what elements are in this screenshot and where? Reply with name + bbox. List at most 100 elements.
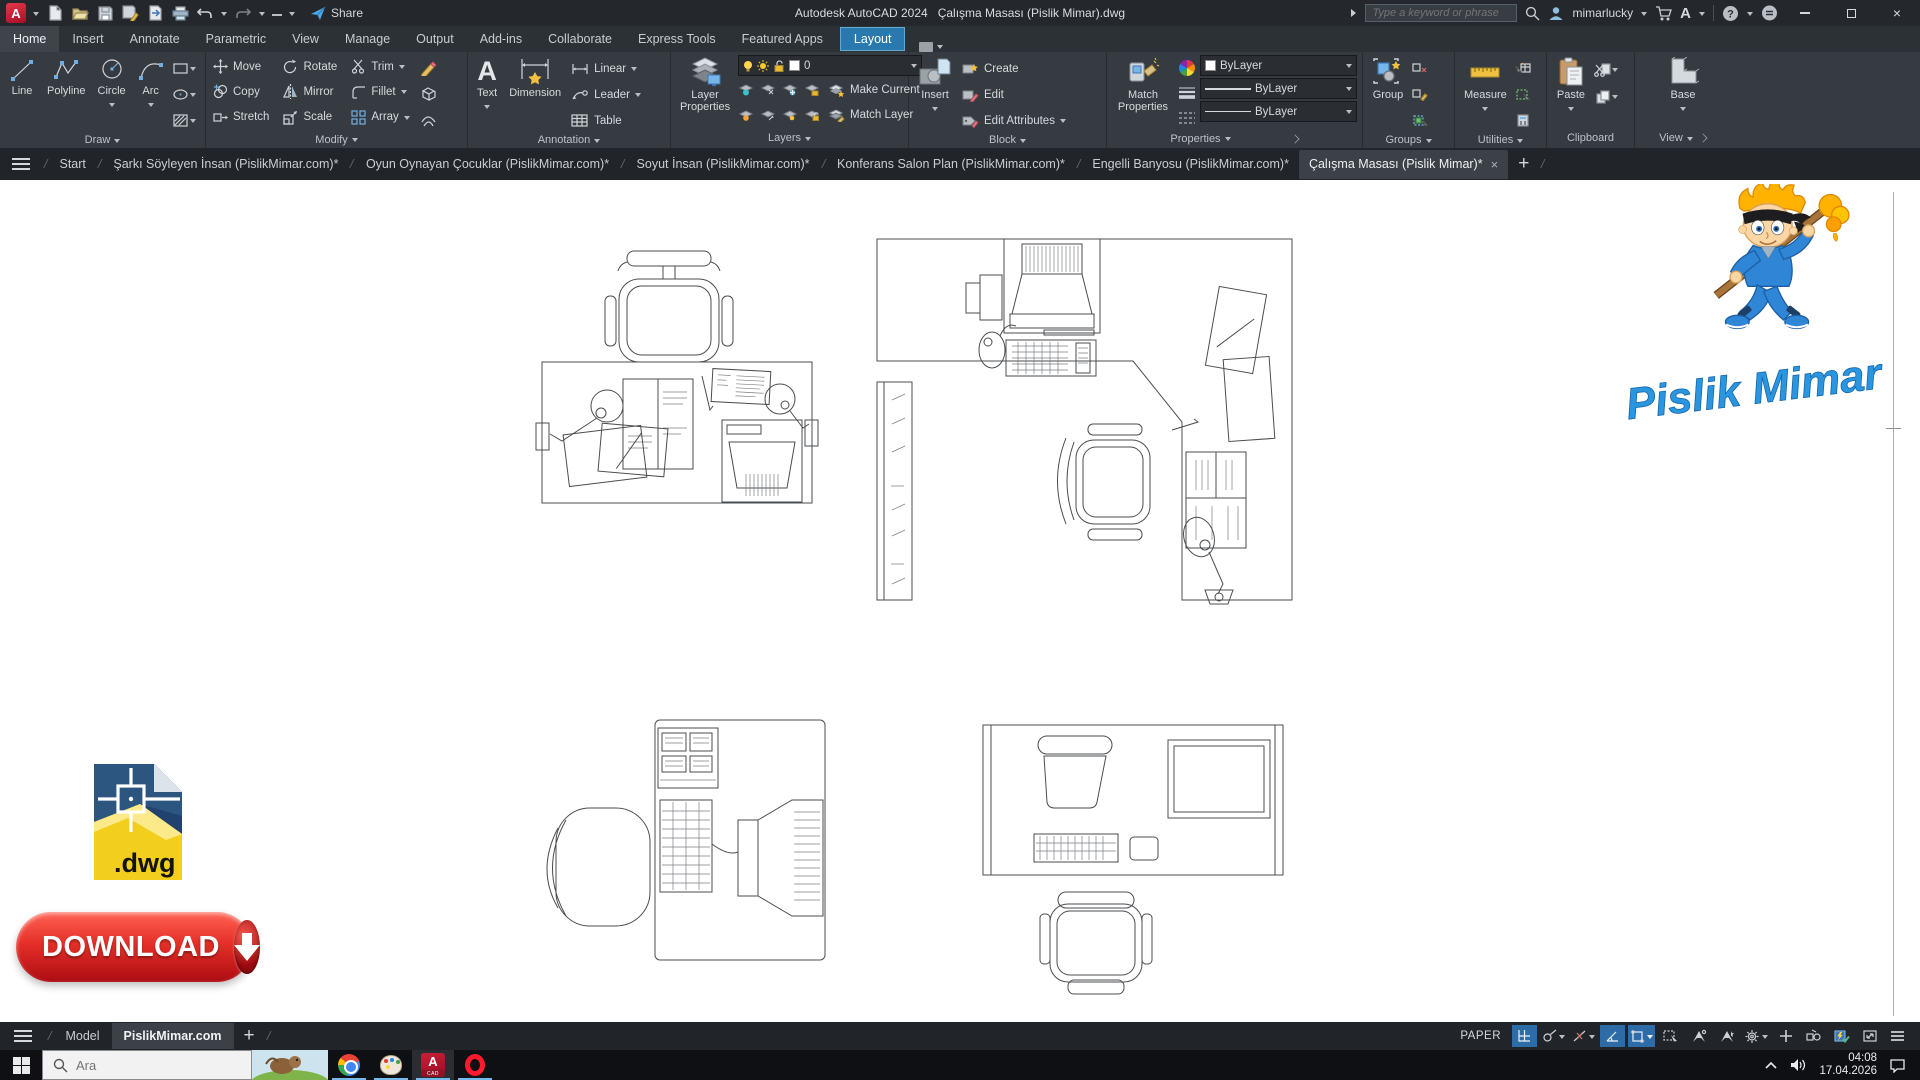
opera-taskbar-icon[interactable]: [454, 1050, 496, 1080]
selection-cycling-toggle[interactable]: [1658, 1025, 1683, 1047]
cut-button[interactable]: [1594, 58, 1618, 81]
copy-button[interactable]: Copy: [211, 80, 271, 103]
chrome-taskbar-icon[interactable]: [328, 1050, 370, 1080]
tab-parametric[interactable]: Parametric: [193, 26, 279, 52]
desk-drawing-3[interactable]: [547, 720, 825, 960]
text-caret-icon[interactable]: [484, 105, 490, 112]
isometric-drafting-toggle[interactable]: [1570, 1025, 1597, 1047]
tab-manage[interactable]: Manage: [332, 26, 403, 52]
desk-drawing-2[interactable]: [877, 239, 1292, 604]
workspace-plus-button[interactable]: [1773, 1025, 1798, 1047]
table-button[interactable]: Table: [569, 109, 643, 132]
tab-output[interactable]: Output: [403, 26, 467, 52]
autodesk-caret-icon[interactable]: [1699, 12, 1705, 19]
layout-menu-icon[interactable]: [14, 1030, 32, 1042]
share-button[interactable]: Share: [310, 6, 363, 21]
line-button[interactable]: Line: [5, 55, 39, 132]
create-block-button[interactable]: Create: [960, 57, 1068, 80]
match-layer-button[interactable]: Match Layer: [826, 103, 915, 126]
clean-screen-button[interactable]: [1857, 1025, 1882, 1047]
tab-layout[interactable]: Layout: [840, 27, 906, 51]
maximize-button[interactable]: [1832, 0, 1870, 26]
help-search-input[interactable]: [1365, 4, 1517, 22]
panel-label-groups[interactable]: Groups: [1363, 132, 1454, 148]
fillet-button[interactable]: Fillet: [349, 80, 411, 103]
user-icon[interactable]: [1548, 6, 1564, 21]
offset-button[interactable]: [420, 108, 437, 131]
qat-customize-caret-icon[interactable]: [289, 12, 295, 19]
color-select[interactable]: ByLayer: [1200, 55, 1357, 76]
panel-label-modify[interactable]: Modify: [206, 131, 467, 148]
panel-label-annotation[interactable]: Annotation: [468, 132, 670, 148]
ellipse-button[interactable]: [172, 83, 196, 106]
new-layout-button[interactable]: +: [234, 1025, 265, 1047]
layer-select[interactable]: 0: [738, 55, 922, 76]
move-button[interactable]: Move: [211, 55, 271, 78]
username[interactable]: mimarlucky: [1572, 6, 1633, 20]
explode-button[interactable]: [420, 82, 437, 105]
tab-insert[interactable]: Insert: [59, 26, 116, 52]
quick-calculator-button[interactable]: [1515, 109, 1531, 132]
model-tab[interactable]: Model: [53, 1023, 111, 1049]
redo-caret-icon[interactable]: [259, 12, 265, 19]
group-edit-button[interactable]: [1412, 83, 1428, 106]
layer-off-button[interactable]: [738, 78, 754, 101]
file-tab-konferans[interactable]: Konferans Salon Plan (PislikMimar.com)*: [827, 150, 1075, 178]
hatch-button[interactable]: [172, 109, 196, 132]
grid-display-toggle[interactable]: [1512, 1025, 1537, 1047]
search-icon[interactable]: [1525, 6, 1540, 21]
taskbar-search-input[interactable]: [76, 1058, 226, 1073]
paste-button[interactable]: Paste: [1552, 55, 1590, 128]
autocad-taskbar-icon[interactable]: ACAD: [412, 1050, 454, 1080]
isolate-objects-button[interactable]: [1801, 1025, 1826, 1047]
tab-collaborate[interactable]: Collaborate: [535, 26, 625, 52]
layer-on-button[interactable]: [738, 103, 754, 126]
copy-clip-button[interactable]: [1594, 85, 1618, 108]
redo-icon[interactable]: [234, 4, 252, 22]
mirror-button[interactable]: Mirror: [281, 80, 339, 103]
layer-sun-button[interactable]: [782, 103, 798, 126]
layer-unlock2-button[interactable]: [804, 103, 820, 126]
qat-customize-icon[interactable]: [272, 14, 282, 16]
rotate-button[interactable]: Rotate: [281, 55, 339, 78]
layer-isolate-button[interactable]: [760, 78, 776, 101]
help-icon[interactable]: ?: [1722, 5, 1739, 22]
user-caret-icon[interactable]: [1641, 12, 1647, 19]
polyline-button[interactable]: Polyline: [43, 55, 90, 132]
action-center-icon[interactable]: [1889, 1058, 1906, 1073]
new-file-icon[interactable]: [46, 4, 64, 22]
ungroup-button[interactable]: [1412, 57, 1428, 80]
help-caret-icon[interactable]: [1747, 12, 1753, 19]
save-as-icon[interactable]: [121, 4, 139, 22]
circle-caret-icon[interactable]: [109, 103, 115, 110]
tab-view[interactable]: View: [279, 26, 332, 52]
make-current-button[interactable]: Make Current: [826, 78, 922, 101]
paint-taskbar-icon[interactable]: [370, 1050, 412, 1080]
leader-button[interactable]: Leader: [569, 83, 643, 106]
file-tab-sarki[interactable]: Şarkı Söyleyen İnsan (PislikMimar.com)*: [103, 150, 348, 178]
linetype-select[interactable]: ByLayer: [1200, 101, 1357, 122]
panel-label-view[interactable]: View: [1635, 128, 1731, 148]
save-icon[interactable]: [96, 4, 114, 22]
erase-button[interactable]: [420, 56, 437, 79]
undo-icon[interactable]: [196, 4, 214, 22]
tab-home[interactable]: Home: [0, 26, 59, 52]
volume-icon[interactable]: [1790, 1058, 1807, 1072]
hidden-icons-chevron[interactable]: [1764, 1061, 1778, 1070]
color-wheel-icon[interactable]: [1178, 56, 1196, 79]
tab-addins[interactable]: Add-ins: [467, 26, 535, 52]
insert-caret-icon[interactable]: [932, 107, 938, 114]
array-button[interactable]: Array: [349, 106, 411, 129]
dimension-button[interactable]: Dimension: [505, 55, 565, 132]
start-button[interactable]: [0, 1050, 42, 1080]
text-button[interactable]: A Text: [473, 55, 501, 132]
view-expander-icon[interactable]: [1698, 133, 1707, 142]
arc-caret-icon[interactable]: [148, 103, 154, 110]
paste-caret-icon[interactable]: [1568, 107, 1574, 114]
layer-properties-button[interactable]: Layer Properties: [676, 55, 734, 128]
arc-button[interactable]: Arc: [134, 55, 168, 132]
lineweight-select[interactable]: ByLayer: [1200, 78, 1357, 99]
layer-lock-button[interactable]: [804, 78, 820, 101]
circle-button[interactable]: Circle: [94, 55, 130, 132]
plot-icon[interactable]: [171, 4, 189, 22]
